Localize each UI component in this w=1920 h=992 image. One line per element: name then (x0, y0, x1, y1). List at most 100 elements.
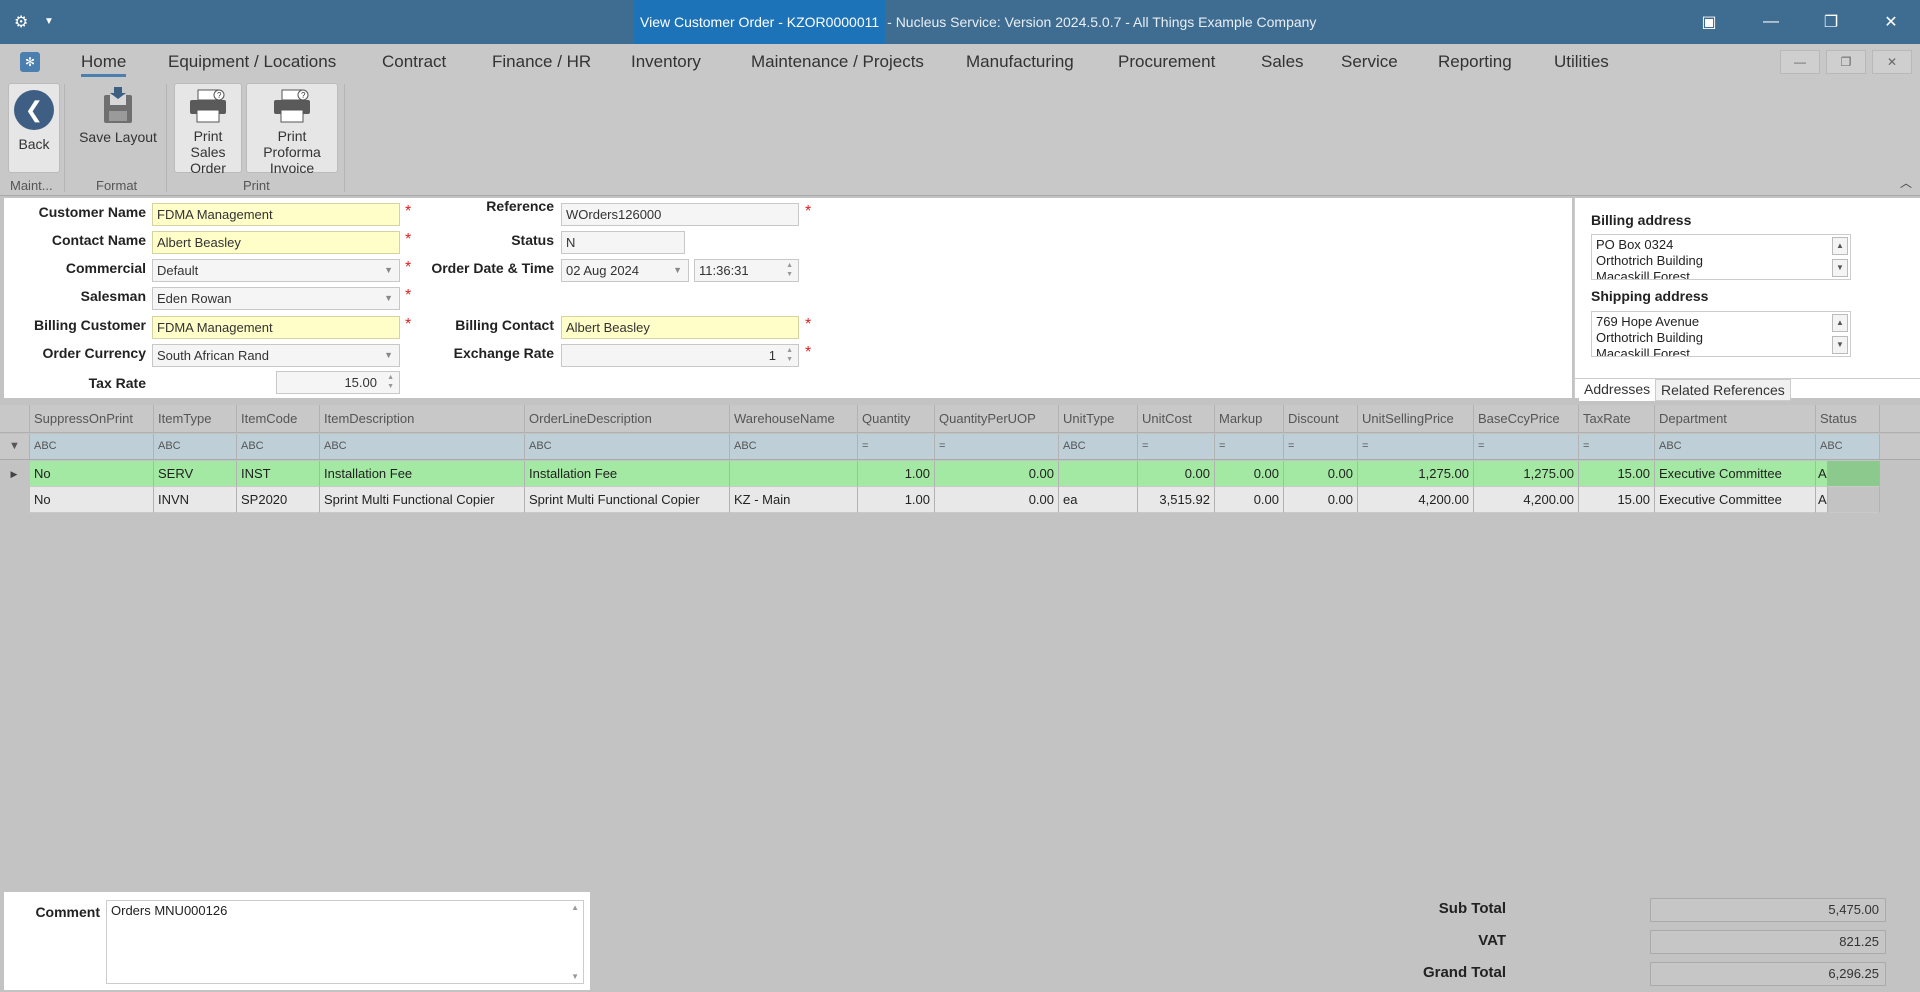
order-time-field[interactable]: 11:36:31 ▲ ▼ (694, 259, 799, 282)
table-cell[interactable]: No (30, 487, 154, 513)
table-cell[interactable]: 1.00 (858, 461, 935, 487)
mdi-minimize-button[interactable]: — (1780, 50, 1820, 74)
column-header[interactable]: UnitType (1059, 405, 1138, 432)
column-header[interactable]: Discount (1284, 405, 1358, 432)
column-header[interactable]: TaxRate (1579, 405, 1655, 432)
filter-cell[interactable]: = (1215, 434, 1284, 459)
table-cell[interactable]: ea (1059, 487, 1138, 513)
table-row[interactable]: ▶ No SERV INST Installation Fee Installa… (0, 461, 1920, 487)
table-cell[interactable]: 0.00 (1138, 461, 1215, 487)
filter-cell[interactable]: ABC (30, 434, 154, 459)
table-cell[interactable]: 3,515.92 (1138, 487, 1215, 513)
exchange-rate-field[interactable]: 1 ▲ ▼ (561, 344, 799, 367)
reference-field[interactable]: WOrders126000 (561, 203, 799, 226)
scroll-down-icon[interactable]: ▼ (571, 972, 579, 981)
filter-cell[interactable]: ABC (525, 434, 730, 459)
table-cell[interactable]: 1.00 (858, 487, 935, 513)
gear-icon[interactable]: ⚙ (14, 12, 28, 32)
spinner-icon[interactable]: ▲ ▼ (786, 346, 793, 364)
close-icon[interactable]: ✕ (1868, 0, 1914, 44)
column-header[interactable]: WarehouseName (730, 405, 858, 432)
print-sales-order-button[interactable]: ? Print Sales Order (174, 83, 242, 176)
save-layout-button[interactable]: Save Layout (78, 83, 158, 173)
table-cell[interactable]: KZ - Main (730, 487, 858, 513)
table-cell[interactable]: SP2020 (237, 487, 320, 513)
column-header[interactable]: Markup (1215, 405, 1284, 432)
menu-manufacturing[interactable]: Manufacturing (966, 52, 1074, 72)
tax-rate-field[interactable]: 15.00 ▲ ▼ (276, 371, 400, 394)
menu-contract[interactable]: Contract (382, 52, 446, 72)
table-cell[interactable]: 15.00 (1579, 461, 1655, 487)
billing-customer-field[interactable]: FDMA Management (152, 316, 400, 339)
menu-sales[interactable]: Sales (1261, 52, 1304, 72)
filter-cell[interactable]: = (1358, 434, 1474, 459)
order-date-picker[interactable]: 02 Aug 2024 ▼ (561, 259, 689, 282)
column-header[interactable]: BaseCcyPrice (1474, 405, 1579, 432)
mdi-close-button[interactable]: ✕ (1872, 50, 1912, 74)
filter-cell[interactable]: = (935, 434, 1059, 459)
menu-utilities[interactable]: Utilities (1554, 52, 1609, 72)
scroll-down-icon[interactable]: ▼ (1832, 336, 1848, 354)
comment-textarea[interactable]: Orders MNU000126 ▲ ▼ (106, 900, 584, 984)
filter-cell[interactable]: ABC (154, 434, 237, 459)
collapse-ribbon-icon[interactable]: ︿ (1900, 174, 1912, 191)
scroll-up-icon[interactable]: ▲ (1832, 237, 1848, 255)
table-cell[interactable]: INST (237, 461, 320, 487)
billing-address-box[interactable]: PO Box 0324 Orthotrich Building Macaskil… (1591, 234, 1851, 280)
column-header[interactable]: Quantity (858, 405, 935, 432)
table-cell[interactable]: 15.00 (1579, 487, 1655, 513)
menu-home[interactable]: Home (81, 52, 127, 77)
filter-cell[interactable]: ABC (320, 434, 525, 459)
billing-contact-field[interactable]: Albert Beasley (561, 316, 799, 339)
filter-cell[interactable]: ABC (730, 434, 858, 459)
column-header[interactable]: OrderLineDescription (525, 405, 730, 432)
column-header[interactable]: SuppressOnPrint (30, 405, 154, 432)
table-cell[interactable]: INVN (154, 487, 237, 513)
spinner-icon[interactable]: ▲ ▼ (387, 373, 394, 391)
table-cell[interactable]: 4,200.00 (1474, 487, 1579, 513)
tab-addresses[interactable]: Addresses (1579, 379, 1656, 401)
salesman-dropdown[interactable]: Eden Rowan ▼ (152, 287, 400, 310)
table-cell[interactable]: Installation Fee (320, 461, 525, 487)
menu-equipment-locations[interactable]: Equipment / Locations (168, 52, 336, 72)
contact-name-field[interactable]: Albert Beasley (152, 231, 400, 254)
column-header[interactable]: ItemCode (237, 405, 320, 432)
menu-finance-hr[interactable]: Finance / HR (492, 52, 591, 72)
scroll-up-icon[interactable]: ▲ (1832, 314, 1848, 332)
back-button[interactable]: ❮ Back (8, 83, 60, 173)
table-row[interactable]: No INVN SP2020 Sprint Multi Functional C… (0, 487, 1920, 513)
table-cell[interactable]: 1,275.00 (1358, 461, 1474, 487)
filter-cell[interactable]: = (1579, 434, 1655, 459)
shipping-address-box[interactable]: 769 Hope Avenue Orthotrich Building Maca… (1591, 311, 1851, 357)
table-cell[interactable]: Executive Committee (1655, 461, 1816, 487)
menu-procurement[interactable]: Procurement (1118, 52, 1215, 72)
filter-cell[interactable]: ABC (1655, 434, 1816, 459)
customer-name-field[interactable]: FDMA Management (152, 203, 400, 226)
table-cell[interactable]: A (1816, 461, 1828, 487)
column-header[interactable]: UnitSellingPrice (1358, 405, 1474, 432)
table-cell[interactable]: Sprint Multi Functional Copier (320, 487, 525, 513)
table-cell[interactable]: 0.00 (1215, 461, 1284, 487)
table-cell[interactable]: 1,275.00 (1474, 461, 1579, 487)
column-header[interactable]: Status (1816, 405, 1880, 432)
column-header[interactable]: Department (1655, 405, 1816, 432)
scroll-up-icon[interactable]: ▲ (571, 903, 579, 912)
table-cell[interactable]: 0.00 (1215, 487, 1284, 513)
table-cell[interactable] (730, 461, 858, 487)
table-cell[interactable]: Sprint Multi Functional Copier (525, 487, 730, 513)
filter-cell[interactable]: ABC (237, 434, 320, 459)
tab-related-references[interactable]: Related References (1655, 379, 1791, 401)
menu-service[interactable]: Service (1341, 52, 1398, 72)
layout-icon[interactable]: ▣ (1686, 0, 1732, 44)
spinner-icon[interactable]: ▲ ▼ (786, 261, 793, 279)
table-cell[interactable]: 0.00 (1284, 461, 1358, 487)
mdi-restore-button[interactable]: ❐ (1826, 50, 1866, 74)
table-cell[interactable]: SERV (154, 461, 237, 487)
table-cell[interactable]: Installation Fee (525, 461, 730, 487)
menu-reporting[interactable]: Reporting (1438, 52, 1512, 72)
filter-cell[interactable]: = (1474, 434, 1579, 459)
filter-cell[interactable]: = (1138, 434, 1215, 459)
chevron-down-icon[interactable]: ▼ (44, 16, 54, 27)
table-cell[interactable]: 0.00 (1284, 487, 1358, 513)
table-cell[interactable]: 0.00 (935, 461, 1059, 487)
